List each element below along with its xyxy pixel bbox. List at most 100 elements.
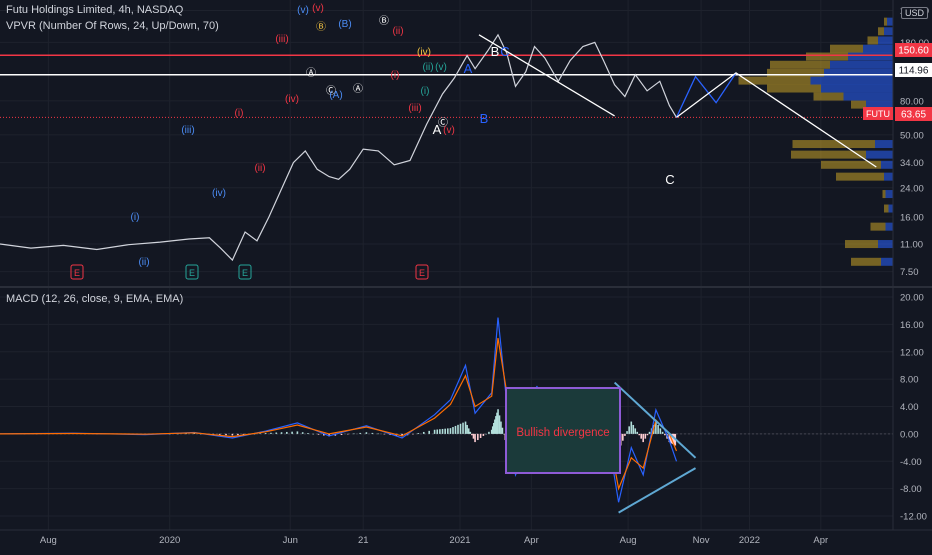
macd-histogram-bar <box>307 433 309 434</box>
wave-label: (iv) <box>212 188 226 199</box>
vp-bar-down <box>836 172 884 181</box>
wave-label: (A) <box>329 90 342 101</box>
vpvr-indicator-label[interactable]: VPVR (Number Of Rows, 24, Up/Down, 70) <box>6 20 219 32</box>
vp-bar-up <box>885 190 893 199</box>
wave-label: (ii) <box>138 257 149 268</box>
vp-bar-down <box>882 190 886 199</box>
vp-bar-up <box>884 172 893 181</box>
vp-bar-up <box>884 27 893 36</box>
wave-label: (iii) <box>181 125 194 136</box>
vp-bar-up <box>824 68 893 77</box>
macd-axis-tick: 8.00 <box>900 375 919 386</box>
macd-histogram-bar <box>291 431 293 434</box>
vp-bar-down <box>806 52 848 61</box>
price-axis-tick: 16.00 <box>900 213 924 224</box>
macd-histogram-bar <box>477 433 479 441</box>
macd-histogram-bar <box>503 433 505 435</box>
macd-histogram-bar <box>280 432 283 434</box>
price-axis-tick: 80.00 <box>900 96 924 107</box>
vp-bar-down <box>830 44 863 53</box>
macd-histogram-bar <box>296 431 299 434</box>
macd-histogram-bar <box>462 422 464 434</box>
macd-histogram-bar <box>488 431 490 434</box>
macd-histogram-bar <box>185 433 187 435</box>
macd-histogram-bar <box>464 421 467 434</box>
vp-bar-down <box>878 27 884 36</box>
macd-histogram-bar <box>259 433 261 434</box>
macd-histogram-bar <box>433 429 436 434</box>
macd-axis-tick: -12.00 <box>900 512 927 523</box>
vp-bar-down <box>813 92 844 101</box>
wave-label: Ⓑ <box>316 21 326 33</box>
macd-histogram-bar <box>638 433 641 436</box>
vp-bar-down <box>870 222 886 231</box>
macd-histogram-bar <box>636 431 639 434</box>
macd-histogram-bar <box>422 431 425 434</box>
wave-label: A <box>464 61 473 76</box>
currency-badge[interactable]: USD <box>901 7 929 19</box>
macd-histogram-bar <box>377 433 380 435</box>
macd-histogram-bar <box>628 426 630 434</box>
macd-histogram-bar <box>412 433 414 435</box>
wave-label: C <box>665 172 674 187</box>
macd-histogram-bar <box>312 433 315 435</box>
bullish-divergence-box[interactable]: Bullish divergence <box>505 387 621 474</box>
time-axis-tick: 21 <box>358 535 369 546</box>
macd-histogram-bar <box>485 433 487 435</box>
vp-bar-up <box>843 92 893 101</box>
time-axis-tick: 2022 <box>739 535 760 546</box>
chart-title[interactable]: Futu Holdings Limited, 4h, NASDAQ <box>6 4 183 16</box>
vp-bar-up <box>881 257 893 266</box>
wave-label: Ⓐ <box>306 67 316 79</box>
macd-axis-tick: 16.00 <box>900 320 924 331</box>
wave-label: (ii) <box>392 26 403 37</box>
vp-bar-down <box>767 84 821 93</box>
macd-histogram-bar <box>417 433 420 434</box>
vp-bar-up <box>810 76 893 85</box>
macd-histogram-bar <box>622 433 624 441</box>
macd-histogram-bar <box>428 430 430 434</box>
macd-histogram-bar <box>659 428 662 434</box>
wave-label: (i) <box>421 86 430 97</box>
vp-bar-down <box>792 140 875 149</box>
wave-label: (iii) <box>408 103 421 114</box>
vp-bar-down <box>845 240 878 249</box>
macd-histogram-bar <box>474 433 476 443</box>
time-axis-tick: Apr <box>524 535 539 546</box>
earnings-marker-label: E <box>74 268 80 278</box>
wave-label: (i) <box>391 70 400 81</box>
macd-histogram-bar <box>632 424 635 434</box>
macd-histogram-bar <box>642 433 644 443</box>
macd-histogram-bar <box>640 433 642 439</box>
macd-histogram-bar <box>500 421 502 434</box>
vp-bar-up <box>830 60 893 69</box>
macd-histogram-bar <box>371 432 374 434</box>
vp-bar-up <box>866 150 893 159</box>
wave-label: Ⓐ <box>353 83 363 95</box>
macd-histogram-bar <box>444 428 446 434</box>
macd-axis-tick: 20.00 <box>900 293 924 304</box>
vp-bar-up <box>888 204 893 213</box>
macd-histogram-bar <box>441 428 444 434</box>
wave-label: (v) <box>435 62 447 73</box>
wave-label: B <box>491 44 500 59</box>
vp-bar-down <box>767 68 824 77</box>
macd-histogram-bar <box>459 423 462 434</box>
macd-histogram-bar <box>479 433 482 438</box>
price-axis-tick: 50.00 <box>900 130 924 141</box>
macd-histogram-bar <box>237 433 239 436</box>
macd-histogram-bar <box>466 424 468 434</box>
vp-bar-up <box>848 52 893 61</box>
macd-histogram-bar <box>383 433 386 435</box>
macd-indicator-label[interactable]: MACD (12, 26, close, 9, EMA, EMA) <box>6 293 183 305</box>
macd-histogram-bar <box>359 432 361 434</box>
macd-axis-tick: 0.00 <box>900 429 919 440</box>
macd-histogram-bar <box>497 409 499 434</box>
macd-histogram-bar <box>353 433 355 435</box>
wave-label: Ⓑ <box>379 15 389 27</box>
macd-axis-tick: -8.00 <box>900 484 922 495</box>
last-price-tag: 63.65 <box>901 110 926 121</box>
wave-label: (i) <box>131 212 140 223</box>
macd-histogram-bar <box>449 428 452 434</box>
symbol-tag: FUTU <box>866 109 890 119</box>
